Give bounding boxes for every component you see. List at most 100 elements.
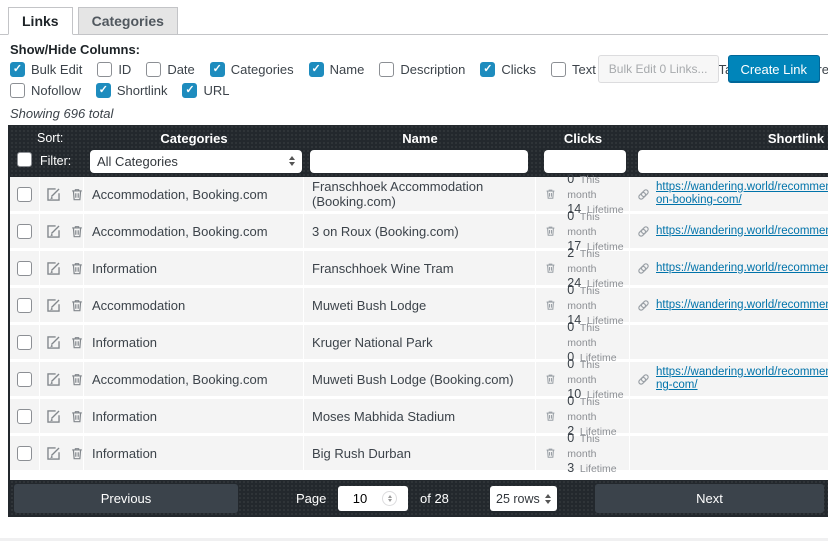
row-name: Muweti Bush Lodge (Booking.com) <box>304 362 536 396</box>
row-name: Moses Mabhida Stadium <box>304 399 536 433</box>
column-toggle-name[interactable]: Name <box>308 62 364 77</box>
checkbox-icon[interactable] <box>379 62 395 77</box>
trash-icon[interactable] <box>69 334 85 351</box>
clicks-filter-input[interactable] <box>544 149 626 173</box>
row-name: 3 on Roux (Booking.com) <box>304 214 536 248</box>
shortlink-url[interactable]: https://wandering.world/recommends/frans… <box>656 181 828 207</box>
table-row: Accommodation, Booking.com Franschhoek Ac… <box>10 172 828 216</box>
reset-clicks-icon[interactable] <box>544 409 559 423</box>
edit-icon[interactable] <box>45 186 62 203</box>
results-summary: Showing 696 total <box>10 106 114 121</box>
column-toggle-clicks[interactable]: Clicks <box>480 62 536 77</box>
reset-clicks-icon[interactable] <box>544 261 559 275</box>
column-toggle-url[interactable]: URL <box>182 83 229 98</box>
table-row: Accommodation Muweti Bush Lodge 0 This mon… <box>10 283 828 327</box>
trash-icon[interactable] <box>69 445 85 462</box>
row-checkbox[interactable] <box>17 186 32 202</box>
shortlink-url[interactable]: https://wandering.world/recommends/frans… <box>656 262 828 275</box>
row-checkbox[interactable] <box>17 371 32 387</box>
edit-icon[interactable] <box>45 334 62 351</box>
tab-links[interactable]: Links <box>8 7 73 35</box>
reset-clicks-icon[interactable] <box>544 372 559 386</box>
column-toggle-text[interactable]: Text <box>551 62 596 77</box>
checkbox-icon[interactable] <box>97 62 113 77</box>
row-checkbox[interactable] <box>17 260 32 276</box>
column-header-shortlink[interactable]: Shortlink <box>630 131 828 146</box>
reset-clicks-icon[interactable] <box>544 446 559 460</box>
create-link-button[interactable]: Create Link <box>727 55 820 83</box>
column-toggle-label: Categories <box>230 62 294 77</box>
trash-icon[interactable] <box>69 186 85 203</box>
bulk-edit-button[interactable]: Bulk Edit 0 Links... <box>597 55 719 83</box>
checkbox-icon[interactable] <box>308 62 324 77</box>
page-number-input[interactable] <box>338 490 382 507</box>
column-toggle-description[interactable]: Description <box>379 62 465 77</box>
name-filter-input[interactable] <box>310 149 528 173</box>
link-icon <box>636 261 651 276</box>
checkbox-icon[interactable] <box>209 62 225 77</box>
trash-icon[interactable] <box>69 260 85 277</box>
column-header-clicks[interactable]: Clicks <box>536 131 630 146</box>
column-header-categories[interactable]: Categories <box>84 131 304 146</box>
edit-icon[interactable] <box>45 260 62 277</box>
trash-icon[interactable] <box>69 297 85 314</box>
shortlink-url[interactable]: https://wandering.world/recommends/muwet… <box>656 299 828 312</box>
row-checkbox[interactable] <box>17 408 32 424</box>
row-name: Franschhoek Accommodation (Booking.com) <box>304 177 536 211</box>
reset-clicks-icon[interactable] <box>544 187 559 201</box>
row-checkbox[interactable] <box>17 297 32 313</box>
table-row: Information Franschhoek Wine Tram 2 This m… <box>10 246 828 290</box>
trash-icon[interactable] <box>69 408 85 425</box>
shortlink-url[interactable]: https://wandering.world/recommends/muwet… <box>656 366 828 392</box>
category-filter-select[interactable]: All Categories <box>90 149 302 173</box>
column-toggle-id[interactable]: ID <box>97 62 131 77</box>
page-spinner-icon[interactable] <box>382 491 397 506</box>
edit-icon[interactable] <box>45 297 62 314</box>
checkbox-icon[interactable] <box>182 83 198 98</box>
select-all-checkbox[interactable] <box>17 152 32 167</box>
checkbox-icon[interactable] <box>10 83 25 98</box>
column-toggle-categories[interactable]: Categories <box>209 62 294 77</box>
reset-clicks-icon[interactable] <box>544 298 559 312</box>
rows-per-page-select[interactable]: 25 rows <box>490 486 557 511</box>
tab-categories[interactable]: Categories <box>77 7 178 35</box>
column-toggle-label: Clicks <box>501 62 537 77</box>
filter-label: Filter: <box>40 154 72 168</box>
edit-icon[interactable] <box>45 408 62 425</box>
column-toggle-date[interactable]: Date <box>146 62 195 77</box>
trash-icon[interactable] <box>69 371 85 388</box>
column-toggle-nofollow[interactable]: Nofollow <box>10 83 81 98</box>
column-toggle-label: Description <box>400 62 466 77</box>
checkbox-icon[interactable] <box>551 62 567 77</box>
row-checkbox[interactable] <box>17 445 32 461</box>
table-row: Information Moses Mabhida Stadium 0 This m… <box>10 394 828 438</box>
shortlink-line: https://wandering.world/recommends/muwet… <box>656 298 828 311</box>
shortlink-url[interactable]: https://wandering.world/recommends/3-on-… <box>656 225 828 238</box>
column-header-name[interactable]: Name <box>304 131 536 146</box>
row-checkbox[interactable] <box>17 223 32 239</box>
row-checkbox[interactable] <box>17 334 32 350</box>
next-page-button[interactable]: Next <box>595 484 824 513</box>
checkbox-icon[interactable] <box>146 62 162 77</box>
link-icon <box>636 187 651 202</box>
page-count-label: of 28 <box>420 491 449 506</box>
edit-icon[interactable] <box>45 445 62 462</box>
table-row: Accommodation, Booking.com 3 on Roux (Boo… <box>10 209 828 253</box>
checkbox-icon[interactable] <box>10 62 25 77</box>
table-row: Information Kruger National Park 0 This mo… <box>10 320 828 364</box>
reset-clicks-icon[interactable] <box>544 224 559 238</box>
row-name: Big Rush Durban <box>304 436 536 470</box>
shortlink-filter-input[interactable] <box>638 149 828 173</box>
shortlink-line: https://wandering.world/recommends/frans… <box>656 261 828 274</box>
edit-icon[interactable] <box>45 223 62 240</box>
row-name: Muweti Bush Lodge <box>304 288 536 322</box>
previous-page-button[interactable]: Previous <box>14 484 238 513</box>
table-body: Accommodation, Booking.com Franschhoek Ac… <box>10 172 828 475</box>
trash-icon[interactable] <box>69 223 85 240</box>
column-toggle-label: Bulk Edit <box>31 62 83 77</box>
checkbox-icon[interactable] <box>480 62 496 77</box>
edit-icon[interactable] <box>45 371 62 388</box>
checkbox-icon[interactable] <box>95 83 111 98</box>
column-toggle-shortlink[interactable]: Shortlink <box>95 83 167 98</box>
column-toggle-bulk-edit[interactable]: Bulk Edit <box>10 62 82 77</box>
